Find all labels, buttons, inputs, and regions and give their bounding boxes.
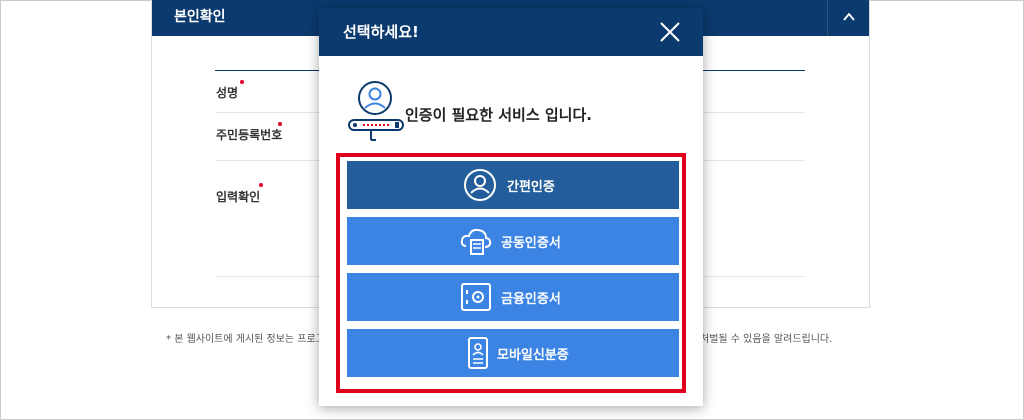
simple-auth-label: 간편인증	[507, 179, 555, 194]
collapse-button[interactable]	[827, 0, 869, 36]
required-dot	[259, 183, 263, 187]
simple-auth-button[interactable]: 간편인증	[347, 161, 679, 209]
auth-options-highlight: 간편인증 공동인증서 금융인증서 모바일신분증	[336, 153, 686, 393]
user-key-icon	[348, 81, 404, 141]
mobile-id-button[interactable]: 모바일신분증	[347, 329, 679, 377]
user-circle-icon	[464, 169, 496, 201]
safe-icon	[461, 283, 491, 311]
auth-select-modal: 선택하세요! 인증이 필요한 서비스 입니다. 간편인증 공동인증서 금융인증서…	[319, 8, 703, 406]
financial-certificate-button[interactable]: 금융인증서	[347, 273, 679, 321]
intro-text: 인증이 필요한 서비스 입니다.	[405, 106, 592, 124]
modal-header: 선택하세요!	[319, 8, 703, 56]
financial-certificate-label: 금융인증서	[501, 291, 561, 306]
required-dot	[278, 122, 282, 126]
modal-title: 선택하세요!	[343, 23, 419, 41]
cloud-certificate-icon	[460, 228, 492, 255]
field-label-resident-number: 주민등록번호	[216, 128, 283, 142]
panel-title: 본인확인	[174, 9, 226, 25]
close-icon[interactable]	[659, 21, 681, 43]
footnote-right: 처벌될 수 있음을 알려드립니다.	[700, 334, 833, 345]
chevron-up-icon	[843, 12, 855, 21]
mobile-id-label: 모바일신분증	[497, 347, 569, 362]
required-dot	[240, 80, 244, 84]
mobile-id-icon	[468, 337, 488, 369]
field-label-name: 성명	[216, 86, 239, 100]
footnote-left: * 본 웹사이트에 게시된 정보는 프로그	[166, 334, 325, 345]
field-label-input-confirm: 입력확인	[216, 190, 261, 204]
joint-certificate-button[interactable]: 공동인증서	[347, 217, 679, 265]
joint-certificate-label: 공동인증서	[501, 235, 561, 250]
